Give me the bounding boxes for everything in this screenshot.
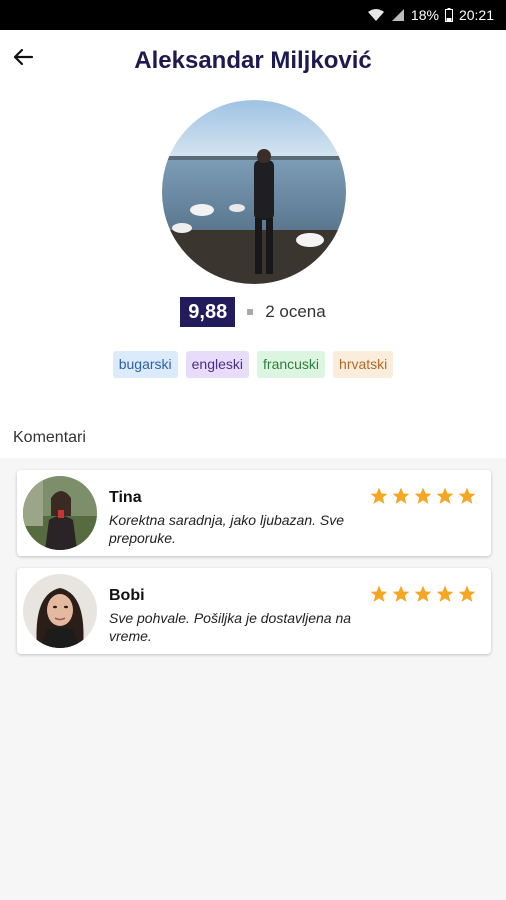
back-button[interactable]: [8, 44, 38, 74]
language-tag: engleski: [185, 351, 250, 378]
separator-dot: [247, 309, 254, 315]
app-header: Aleksandar Miljković: [0, 30, 506, 92]
star-icon: [458, 585, 476, 602]
rating-row: 9,88 2 ocena: [0, 297, 506, 327]
star-icon: [414, 487, 432, 504]
star-icon: [392, 585, 410, 602]
star-icon: [370, 487, 388, 504]
wifi-icon: [367, 8, 385, 22]
battery-level: 18%: [410, 7, 439, 23]
avatar: [23, 574, 97, 648]
star-icon: [458, 487, 476, 504]
signal-icon: [391, 8, 405, 22]
comment-text: Korektna saradnja, jako ljubazan. Sve pr…: [109, 512, 345, 546]
comment-text: Sve pohvale. Pošiljka je dostavljena na …: [109, 610, 352, 644]
status-bar: 18% 20:21: [0, 0, 506, 30]
page-title: Aleksandar Miljković: [134, 47, 372, 74]
language-tags: bugarski engleski francuski hrvatski: [0, 351, 506, 378]
rating-score: 9,88: [180, 297, 236, 327]
star-icon: [414, 585, 432, 602]
profile-photo: [162, 100, 346, 284]
clock: 20:21: [458, 7, 494, 23]
comment-card[interactable]: Bobi Sve pohvale. Pošiljka je dostavljen…: [17, 568, 491, 654]
star-icon: [392, 487, 410, 504]
comment-card[interactable]: Tina Korektna saradnja, jako ljubazan. S…: [17, 470, 491, 556]
rating-count: 2 ocena: [265, 302, 326, 321]
language-tag: francuski: [257, 351, 326, 378]
star-rating: [369, 486, 477, 506]
arrow-left-icon: [11, 45, 35, 74]
avatar: [23, 476, 97, 550]
star-icon: [370, 585, 388, 602]
comments-list: Tina Korektna saradnja, jako ljubazan. S…: [0, 458, 506, 900]
comment-author: Bobi: [109, 587, 145, 604]
battery-icon: [444, 8, 453, 22]
comment-author: Tina: [109, 489, 142, 506]
star-rating: [369, 584, 477, 604]
comments-heading: Komentari: [13, 429, 86, 446]
language-tag: hrvatski: [333, 351, 394, 378]
star-icon: [436, 585, 454, 602]
star-icon: [436, 487, 454, 504]
language-tag: bugarski: [112, 351, 178, 378]
